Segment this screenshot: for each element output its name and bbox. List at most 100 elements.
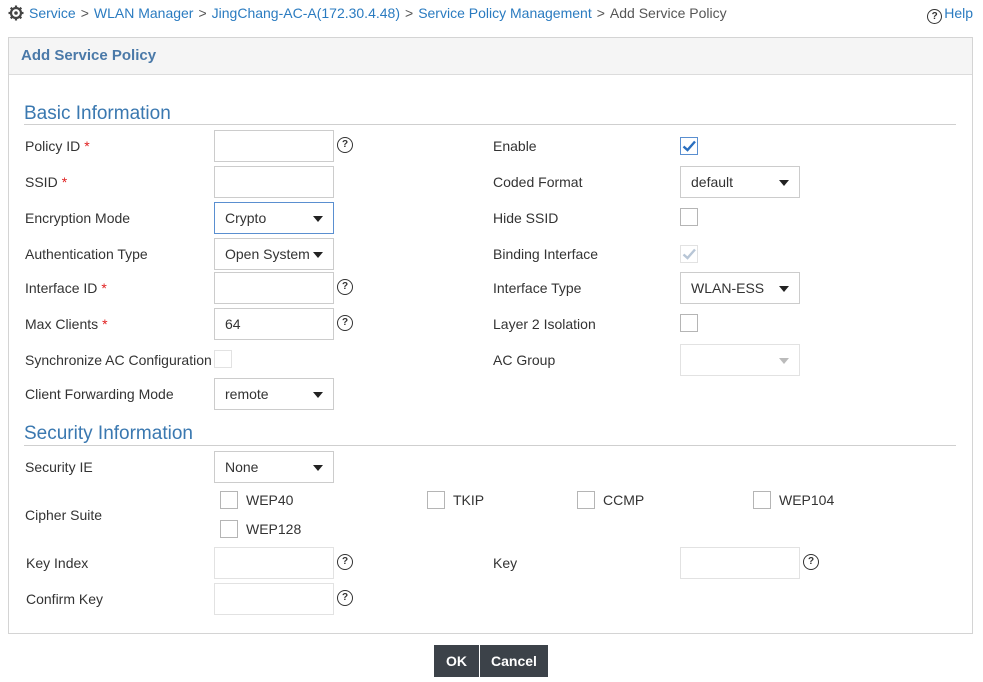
question-circle-icon[interactable]: ? bbox=[337, 279, 353, 295]
breadcrumb-service-policy-management[interactable]: Service Policy Management bbox=[418, 5, 592, 21]
security-divider bbox=[24, 445, 956, 446]
interface-type-value: WLAN-ESS bbox=[691, 280, 765, 296]
required-mark: * bbox=[84, 138, 90, 154]
chevron-down-icon bbox=[779, 180, 789, 186]
required-mark: * bbox=[101, 280, 107, 296]
key-index-label: Key Index bbox=[26, 555, 89, 571]
enable-checkbox[interactable] bbox=[680, 137, 698, 155]
ssid-label: SSID * bbox=[25, 173, 67, 191]
question-circle-icon[interactable]: ? bbox=[337, 590, 353, 606]
ac-group-select[interactable] bbox=[680, 344, 800, 376]
forwarding-mode-select[interactable]: remote bbox=[214, 378, 334, 410]
binding-interface-checkbox[interactable] bbox=[680, 245, 698, 263]
cipher-wep104-label: WEP104 bbox=[779, 492, 835, 508]
panel-title: Add Service Policy bbox=[21, 47, 157, 64]
key-index-input[interactable] bbox=[214, 547, 334, 579]
forwarding-mode-label: Client Forwarding Mode bbox=[25, 386, 174, 402]
ac-group-label: AC Group bbox=[493, 352, 556, 368]
breadcrumb-current: Add Service Policy bbox=[609, 5, 727, 21]
binding-interface-label: Binding Interface bbox=[493, 246, 599, 262]
breadcrumb-separator: > bbox=[198, 5, 207, 21]
encryption-mode-value: Crypto bbox=[225, 210, 267, 226]
interface-id-label-text: Interface ID bbox=[25, 280, 98, 296]
cipher-wep40-checkbox[interactable] bbox=[220, 491, 238, 509]
hide-ssid-label: Hide SSID bbox=[493, 210, 559, 226]
confirm-key-label: Confirm Key bbox=[26, 591, 104, 607]
max-clients-input[interactable]: 64 bbox=[214, 308, 334, 340]
cipher-wep128-checkbox[interactable] bbox=[220, 520, 238, 538]
breadcrumb: Service > WLAN Manager > JingChang-AC-A(172.… bbox=[8, 4, 727, 22]
interface-id-input[interactable] bbox=[214, 272, 334, 304]
required-mark: * bbox=[61, 174, 68, 190]
cipher-wep104-checkbox[interactable] bbox=[753, 491, 771, 509]
breadcrumb-wlan-manager[interactable]: WLAN Manager bbox=[94, 5, 194, 21]
question-circle-icon[interactable]: ? bbox=[337, 554, 353, 570]
forwarding-mode-value: remote bbox=[225, 386, 269, 402]
help-label: Help bbox=[944, 5, 973, 21]
form-panel bbox=[8, 37, 973, 634]
help-link[interactable]: ? Help bbox=[927, 4, 973, 24]
confirm-key-input[interactable] bbox=[214, 583, 334, 615]
gear-icon bbox=[8, 5, 24, 21]
breadcrumb-separator: > bbox=[405, 5, 414, 21]
policy-id-label: Policy ID * bbox=[25, 137, 90, 155]
sync-ac-label: Synchronize AC Configuration bbox=[25, 352, 212, 368]
cipher-wep40-label: WEP40 bbox=[246, 492, 294, 508]
chevron-down-icon bbox=[313, 465, 323, 471]
breadcrumb-ac[interactable]: JingChang-AC-A(172.30.4.48) bbox=[212, 5, 400, 21]
cipher-wep128-label: WEP128 bbox=[246, 521, 302, 537]
check-icon bbox=[682, 140, 696, 152]
coded-format-label: Coded Format bbox=[493, 174, 583, 190]
sync-ac-checkbox[interactable] bbox=[214, 350, 232, 368]
chevron-down-icon bbox=[313, 392, 323, 398]
security-ie-label: Security IE bbox=[25, 459, 93, 475]
basic-info-heading: Basic Information bbox=[24, 103, 171, 124]
interface-type-select[interactable]: WLAN-ESS bbox=[680, 272, 800, 304]
encryption-mode-label: Encryption Mode bbox=[25, 210, 131, 226]
interface-id-label: Interface ID * bbox=[25, 279, 107, 297]
chevron-down-icon bbox=[313, 252, 323, 258]
hide-ssid-checkbox[interactable] bbox=[680, 208, 698, 226]
ssid-label-text: SSID bbox=[25, 174, 58, 190]
interface-type-label: Interface Type bbox=[493, 280, 582, 296]
security-ie-select[interactable]: None bbox=[214, 451, 334, 483]
cancel-button[interactable]: Cancel bbox=[480, 645, 548, 677]
question-circle-icon[interactable]: ? bbox=[803, 554, 819, 570]
auth-type-label: Authentication Type bbox=[25, 246, 148, 262]
check-icon bbox=[682, 248, 696, 260]
cipher-ccmp-checkbox[interactable] bbox=[577, 491, 595, 509]
chevron-down-icon bbox=[313, 216, 323, 222]
key-input[interactable] bbox=[680, 547, 800, 579]
max-clients-label: Max Clients * bbox=[25, 315, 108, 333]
chevron-down-icon bbox=[779, 286, 789, 292]
enable-label: Enable bbox=[493, 138, 537, 154]
coded-format-select[interactable]: default bbox=[680, 166, 800, 198]
question-circle-icon[interactable]: ? bbox=[337, 315, 353, 331]
basic-divider bbox=[24, 124, 956, 125]
auth-type-value: Open System bbox=[225, 246, 310, 262]
key-label: Key bbox=[493, 555, 518, 571]
breadcrumb-separator: > bbox=[80, 5, 89, 21]
security-info-heading: Security Information bbox=[24, 423, 193, 444]
cipher-tkip-checkbox[interactable] bbox=[427, 491, 445, 509]
policy-id-label-text: Policy ID bbox=[25, 138, 81, 154]
chevron-down-icon bbox=[779, 358, 789, 364]
required-mark: * bbox=[102, 316, 108, 332]
max-clients-label-text: Max Clients bbox=[25, 316, 99, 332]
cipher-tkip-label: TKIP bbox=[453, 492, 485, 508]
security-ie-value: None bbox=[225, 459, 259, 475]
breadcrumb-service[interactable]: Service bbox=[29, 5, 76, 21]
encryption-mode-select[interactable]: Crypto bbox=[214, 202, 334, 234]
auth-type-select[interactable]: Open System bbox=[214, 238, 334, 270]
ssid-input[interactable] bbox=[214, 166, 334, 198]
policy-id-input[interactable] bbox=[214, 130, 334, 162]
layer2-isolation-checkbox[interactable] bbox=[680, 314, 698, 332]
coded-format-value: default bbox=[691, 174, 734, 190]
cipher-suite-label: Cipher Suite bbox=[25, 507, 103, 523]
question-circle-icon[interactable]: ? bbox=[337, 137, 353, 153]
ok-button[interactable]: OK bbox=[434, 645, 479, 677]
layer2-isolation-label: Layer 2 Isolation bbox=[493, 316, 596, 332]
question-circle-icon: ? bbox=[927, 9, 943, 24]
breadcrumb-separator: > bbox=[596, 5, 605, 21]
cipher-ccmp-label: CCMP bbox=[603, 492, 645, 508]
